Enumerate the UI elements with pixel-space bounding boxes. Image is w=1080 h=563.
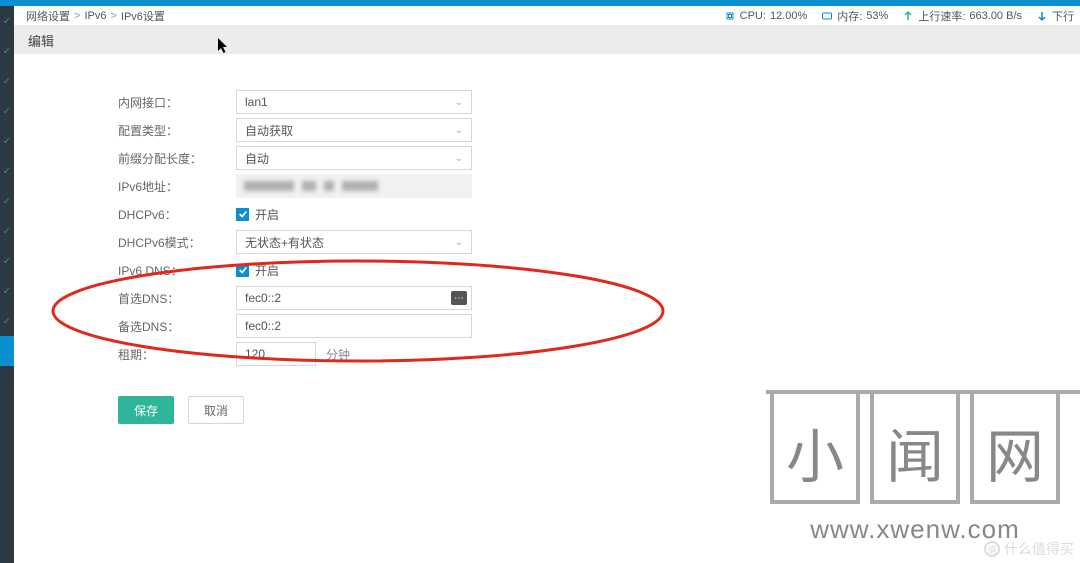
status-bar: CPU: 12.00% 内存: 53% 上行速率: 663.00 B/s 下行 (724, 6, 1080, 26)
lease-input[interactable] (236, 342, 316, 366)
sidebar: ✓ ✓ ✓ ✓ ✓ ✓ ✓ ✓ ✓ ✓ ✓ (0, 6, 14, 563)
sidebar-item[interactable]: ✓ (0, 186, 14, 216)
backup-dns-field[interactable] (245, 319, 467, 333)
primary-dns-field[interactable] (245, 291, 451, 305)
watermark: 小 闻 网 www.xwenw.com (770, 404, 1060, 545)
dhcpv6-checkbox[interactable] (236, 208, 249, 221)
obscured-address (244, 181, 378, 191)
cpu-icon (724, 10, 736, 22)
lan-interface-label: 内网接口 (118, 94, 236, 111)
sidebar-item-active[interactable] (0, 336, 14, 366)
sidebar-item[interactable]: ✓ (0, 96, 14, 126)
config-type-select[interactable]: 自动获取 ⌄ (236, 118, 472, 142)
arrow-up-icon (902, 10, 914, 22)
uplink-stat: 上行速率: 663.00 B/s (902, 8, 1022, 24)
prefix-length-value: 自动 (245, 150, 269, 167)
ipv6-dns-enabled-text: 开启 (255, 262, 279, 279)
prefix-length-label: 前缀分配长度 (118, 150, 236, 167)
save-button[interactable]: 保存 (118, 396, 174, 424)
lease-unit: 分钟 (326, 346, 350, 363)
uplink-value: 663.00 B/s (969, 10, 1022, 22)
breadcrumb-sep: > (110, 10, 116, 22)
memory-label: 内存: (837, 8, 862, 24)
chevron-down-icon: ⌄ (455, 97, 463, 108)
breadcrumb-level1[interactable]: 网络设置 (26, 8, 70, 24)
ipv6-address-display (236, 174, 472, 198)
sidebar-item[interactable]: ✓ (0, 36, 14, 66)
sidebar-item[interactable]: ✓ (0, 6, 14, 36)
lease-label: 租期 (118, 346, 236, 363)
config-type-value: 自动获取 (245, 122, 293, 139)
cpu-label: CPU: (740, 10, 766, 22)
check-icon (238, 209, 248, 219)
cpu-value: 12.00% (770, 10, 807, 22)
dhcpv6-enabled-text: 开启 (255, 206, 279, 223)
dns-more-icon[interactable]: ⋯ (451, 291, 467, 305)
sidebar-item[interactable]: ✓ (0, 276, 14, 306)
ipv6-dns-label: IPv6 DNS (118, 262, 236, 279)
breadcrumb-level3[interactable]: IPv6设置 (121, 8, 165, 24)
chevron-down-icon: ⌄ (455, 153, 463, 164)
sidebar-item[interactable]: ✓ (0, 306, 14, 336)
primary-dns-input[interactable]: ⋯ (236, 286, 472, 310)
uplink-label: 上行速率: (918, 8, 965, 24)
memory-stat: 内存: 53% (821, 8, 888, 24)
config-type-label: 配置类型 (118, 122, 236, 139)
arrow-down-icon (1036, 10, 1048, 22)
lan-interface-value: lan1 (245, 95, 268, 109)
cpu-stat: CPU: 12.00% (724, 10, 808, 22)
dhcpv6-mode-label: DHCPv6模式 (118, 234, 236, 251)
memory-value: 53% (866, 10, 888, 22)
memory-icon (821, 10, 833, 22)
breadcrumb-level2[interactable]: IPv6 (84, 10, 106, 22)
check-icon (238, 265, 248, 275)
sidebar-item[interactable]: ✓ (0, 66, 14, 96)
prefix-length-select[interactable]: 自动 ⌄ (236, 146, 472, 170)
backup-dns-input[interactable] (236, 314, 472, 338)
sidebar-item[interactable]: ✓ (0, 246, 14, 276)
dhcpv6-mode-select[interactable]: 无状态+有状态 ⌄ (236, 230, 472, 254)
sidebar-item[interactable]: ✓ (0, 126, 14, 156)
watermark-char-1: 小 (786, 410, 844, 494)
lan-interface-select[interactable]: lan1 ⌄ (236, 90, 472, 114)
corner-watermark-text: 什么值得买 (1004, 539, 1074, 559)
downlink-label: 下行 (1052, 8, 1074, 24)
ipv6-address-label: IPv6地址 (118, 178, 236, 195)
chevron-down-icon: ⌄ (455, 237, 463, 248)
page-title: 编辑 (14, 26, 1080, 54)
page-title-text: 编辑 (28, 31, 54, 50)
downlink-stat: 下行 (1036, 8, 1074, 24)
primary-dns-label: 首选DNS (118, 290, 236, 307)
ipv6-dns-checkbox[interactable] (236, 264, 249, 277)
watermark-char-3: 网 (986, 410, 1044, 494)
smzdm-icon: 值 (984, 541, 1000, 557)
sidebar-item[interactable]: ✓ (0, 216, 14, 246)
dhcpv6-mode-value: 无状态+有状态 (245, 234, 324, 251)
backup-dns-label: 备选DNS (118, 318, 236, 335)
ipv6-settings-form: 内网接口 lan1 ⌄ 配置类型 自动获取 ⌄ 前缀分配长度 自动 ⌄ IPv6… (118, 88, 678, 424)
chevron-down-icon: ⌄ (455, 125, 463, 136)
breadcrumb-sep: > (74, 10, 80, 22)
dhcpv6-label: DHCPv6 (118, 206, 236, 223)
cancel-button[interactable]: 取消 (188, 396, 244, 424)
corner-watermark: 值 什么值得买 (984, 539, 1074, 559)
watermark-char-2: 闻 (886, 410, 944, 494)
sidebar-item[interactable]: ✓ (0, 156, 14, 186)
